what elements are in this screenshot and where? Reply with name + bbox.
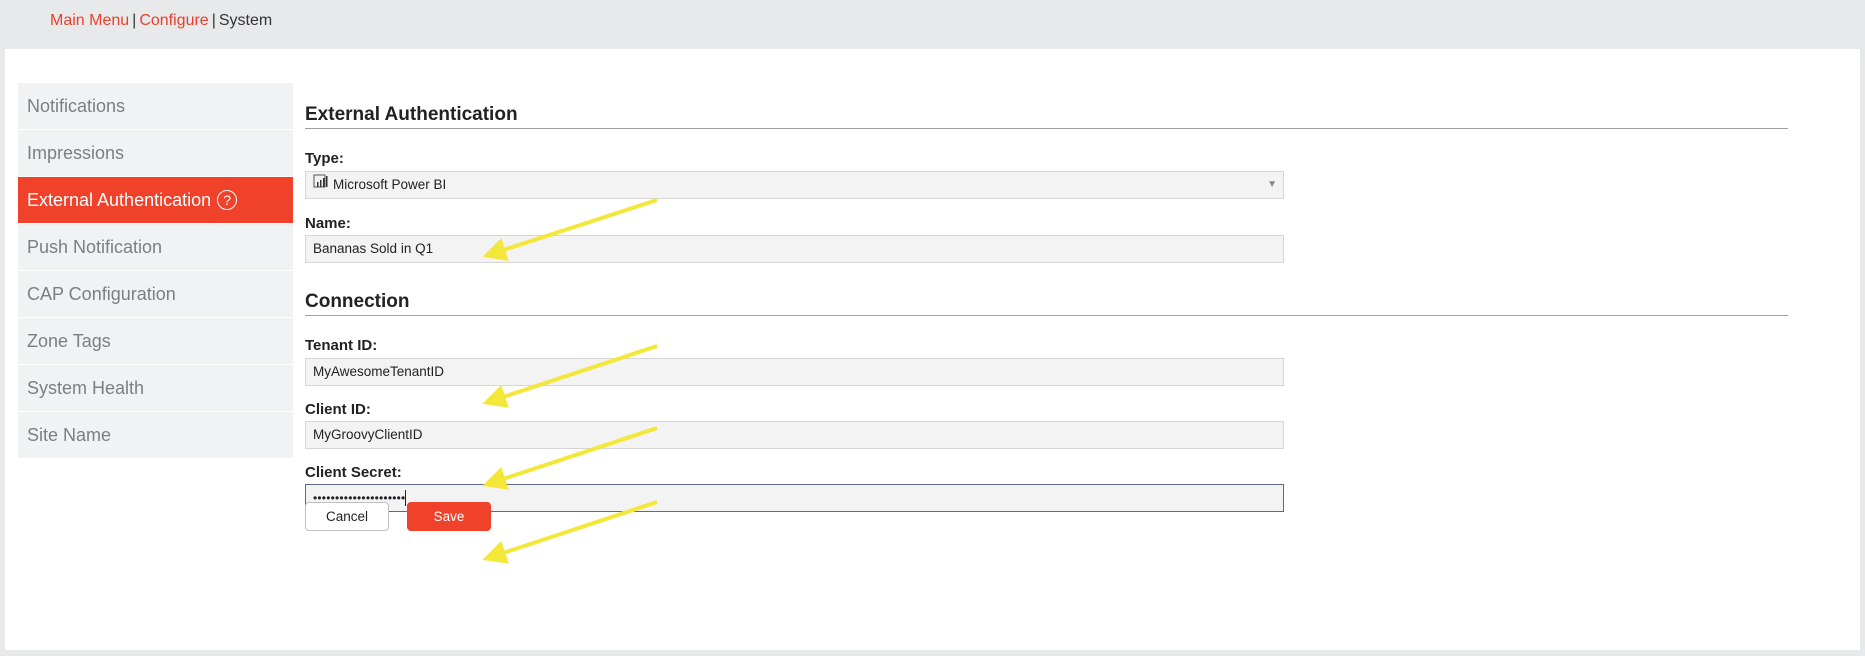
breadcrumb: Main Menu | Configure | System: [50, 12, 272, 30]
settings-sidebar: Notifications Impressions External Authe…: [18, 83, 293, 459]
name-input-value: Bananas Sold in Q1: [313, 241, 434, 256]
help-icon[interactable]: ?: [217, 190, 238, 210]
sidebar-item-zone-tags[interactable]: Zone Tags: [18, 318, 293, 365]
sidebar-item-label: External Authentication: [27, 190, 212, 210]
type-select-value: Microsoft Power BI: [333, 177, 447, 192]
sidebar-item-site-name[interactable]: Site Name: [18, 412, 293, 459]
tenant-id-value: MyAwesomeTenantID: [313, 364, 445, 379]
tenant-id-input[interactable]: MyAwesomeTenantID: [305, 358, 1284, 386]
section-divider: [305, 128, 1788, 129]
type-label: Type:: [305, 150, 344, 167]
breadcrumb-configure[interactable]: Configure: [139, 12, 208, 29]
sidebar-item-label: System Health: [27, 378, 145, 398]
sidebar-item-cap-configuration[interactable]: CAP Configuration: [18, 271, 293, 318]
sidebar-item-push-notification[interactable]: Push Notification: [18, 224, 293, 271]
name-input[interactable]: Bananas Sold in Q1: [305, 235, 1284, 263]
save-button[interactable]: Save: [407, 502, 491, 531]
name-label: Name:: [305, 215, 351, 232]
client-secret-label: Client Secret:: [305, 464, 402, 481]
sidebar-item-label: Zone Tags: [27, 331, 111, 351]
breadcrumb-current: System: [218, 12, 273, 29]
sidebar-item-system-health[interactable]: System Health: [18, 365, 293, 412]
sidebar-item-label: CAP Configuration: [27, 284, 176, 304]
external-auth-section-title: External Authentication: [305, 104, 518, 125]
breadcrumb-main-menu[interactable]: Main Menu: [50, 12, 129, 29]
sidebar-item-label: Notifications: [27, 96, 126, 116]
sidebar-item-notifications[interactable]: Notifications: [18, 83, 293, 130]
section-divider: [305, 315, 1788, 316]
chevron-down-icon: ▼: [1267, 179, 1277, 190]
type-select[interactable]: Microsoft Power BI ▼: [305, 171, 1284, 199]
breadcrumb-separator: |: [132, 12, 137, 29]
sidebar-item-external-authentication[interactable]: External Authentication ?: [18, 177, 293, 224]
content-panel: Notifications Impressions External Authe…: [5, 49, 1860, 650]
breadcrumb-separator: |: [211, 12, 216, 29]
tenant-id-label: Tenant ID:: [305, 337, 378, 354]
client-id-input[interactable]: MyGroovyClientID: [305, 421, 1284, 449]
connection-section-title: Connection: [305, 291, 410, 312]
sidebar-item-label: Site Name: [27, 425, 112, 445]
sidebar-item-label: Push Notification: [27, 237, 163, 257]
client-id-value: MyGroovyClientID: [313, 427, 423, 442]
client-id-label: Client ID:: [305, 401, 371, 418]
sidebar-item-impressions[interactable]: Impressions: [18, 130, 293, 177]
cancel-button[interactable]: Cancel: [305, 502, 389, 531]
sidebar-item-label: Impressions: [27, 143, 125, 163]
power-bi-icon: [313, 172, 329, 198]
